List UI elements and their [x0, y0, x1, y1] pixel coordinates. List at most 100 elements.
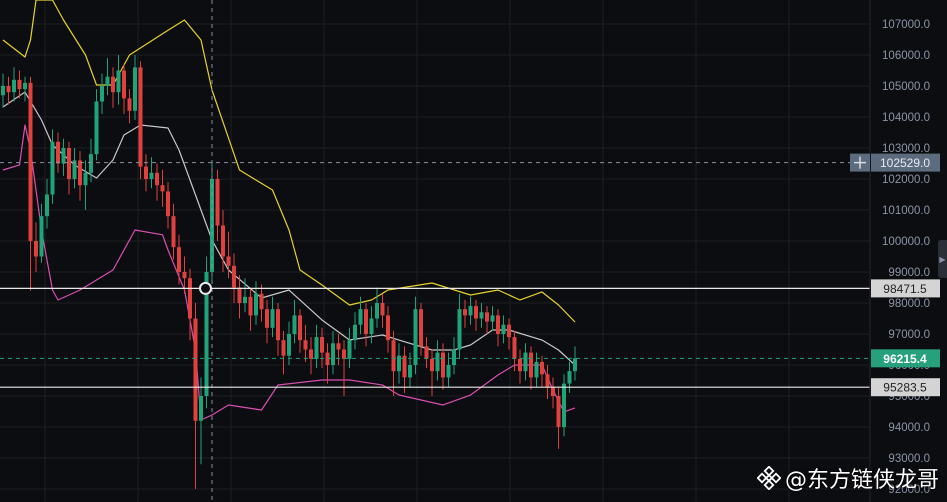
- candle: [61, 138, 66, 176]
- candle: [474, 299, 478, 331]
- candle-body: [347, 340, 352, 359]
- candle-body: [248, 296, 253, 316]
- candle-body: [67, 148, 71, 179]
- candle: [23, 76, 27, 102]
- candle: [391, 330, 396, 396]
- candle-body: [226, 256, 231, 266]
- candle-body: [441, 352, 445, 378]
- add-alert-plus-button[interactable]: [850, 153, 870, 172]
- candle-body: [342, 349, 346, 359]
- candle: [276, 303, 280, 356]
- drawing-anchor-handle: [199, 281, 212, 295]
- binance-logo-icon: [756, 466, 781, 490]
- candle-body: [188, 278, 192, 319]
- candle: [331, 330, 335, 375]
- candle-body: [182, 272, 187, 279]
- candle-body: [171, 216, 176, 248]
- candle-body: [116, 70, 121, 93]
- candle: [452, 337, 456, 375]
- grid-lines: [0, 0, 870, 502]
- candle: [325, 343, 330, 384]
- candle: [1, 73, 5, 108]
- candle: [193, 303, 198, 489]
- candle-body: [562, 383, 566, 427]
- y-tick-label: 104000.0: [882, 112, 930, 124]
- candle: [133, 55, 137, 121]
- candle: [463, 299, 467, 328]
- candle-body: [408, 365, 412, 378]
- candle: [479, 303, 484, 328]
- candle-body: [232, 265, 236, 288]
- candle: [149, 157, 154, 189]
- candle-body: [353, 324, 357, 341]
- candle-body: [23, 82, 27, 90]
- candle: [237, 275, 242, 319]
- candle: [496, 309, 500, 347]
- candle-body: [83, 172, 88, 186]
- candle-body: [45, 194, 49, 217]
- crosshair-price-tag: 102529.0: [880, 156, 930, 170]
- candle: [435, 340, 440, 381]
- candle-body: [452, 349, 456, 365]
- candle: [12, 67, 16, 102]
- candle-body: [413, 309, 418, 365]
- candle: [111, 67, 115, 108]
- candle-body: [540, 361, 544, 375]
- candle: [529, 346, 533, 390]
- candle-body: [556, 396, 561, 427]
- y-tick-label: 100000.0: [882, 236, 930, 248]
- candle: [215, 169, 220, 241]
- candle-body: [320, 337, 324, 353]
- candle-body: [468, 306, 473, 316]
- candle: [72, 148, 77, 189]
- candle-body: [518, 358, 522, 372]
- candle: [369, 306, 374, 344]
- candle: [419, 303, 423, 356]
- y-tick-label: 107000.0: [882, 19, 930, 31]
- candle: [177, 234, 181, 285]
- y-tick-label: 106000.0: [882, 50, 930, 62]
- y-tick-label: 102000.0: [882, 174, 930, 186]
- candle-body: [463, 309, 467, 316]
- candle-body: [298, 315, 302, 341]
- candle-body: [111, 76, 115, 93]
- candle-body: [446, 365, 451, 378]
- last-price-tag: 96215.4: [883, 352, 927, 366]
- candle-body: [331, 343, 335, 365]
- y-tick-label: 103000.0: [882, 143, 930, 155]
- candle: [56, 132, 60, 173]
- candle: [562, 374, 566, 437]
- candle: [298, 309, 302, 353]
- candle: [45, 179, 49, 229]
- candle: [67, 141, 71, 195]
- candle-body: [281, 340, 286, 356]
- candle: [259, 284, 264, 322]
- candle: [468, 296, 473, 325]
- candle-body: [292, 315, 297, 334]
- price-axis[interactable]: 107000.0 106000.0 105000.0 104000.0 103000.0…: [882, 19, 930, 496]
- candle: [309, 337, 313, 375]
- y-tick-label: 105000.0: [882, 81, 930, 93]
- support-price-tag: 95283.5: [883, 381, 927, 395]
- candle-body: [507, 324, 511, 338]
- candle-body: [254, 293, 258, 316]
- candle-body: [265, 309, 269, 328]
- candle-body: [573, 358, 577, 372]
- candle-body: [138, 67, 143, 167]
- watermark-text: @东方链侠龙哥: [784, 468, 939, 493]
- candlestick-chart[interactable]: 107000.0 106000.0 105000.0 104000.0 103000.0…: [0, 0, 947, 502]
- candle-body: [424, 346, 429, 359]
- candle: [210, 163, 214, 282]
- candle: [171, 203, 176, 260]
- watermark: @东方链侠龙哥: [756, 462, 939, 494]
- candle-body: [122, 70, 126, 99]
- candle-body: [127, 98, 132, 111]
- candle-body: [567, 371, 572, 384]
- candle: [573, 346, 577, 381]
- candle-body: [149, 172, 154, 179]
- candle-body: [39, 216, 44, 257]
- candle-body: [100, 86, 104, 102]
- candle-body: [259, 293, 264, 310]
- candle-body: [551, 386, 555, 396]
- collapse-panel-toggle[interactable]: ▶: [938, 240, 947, 278]
